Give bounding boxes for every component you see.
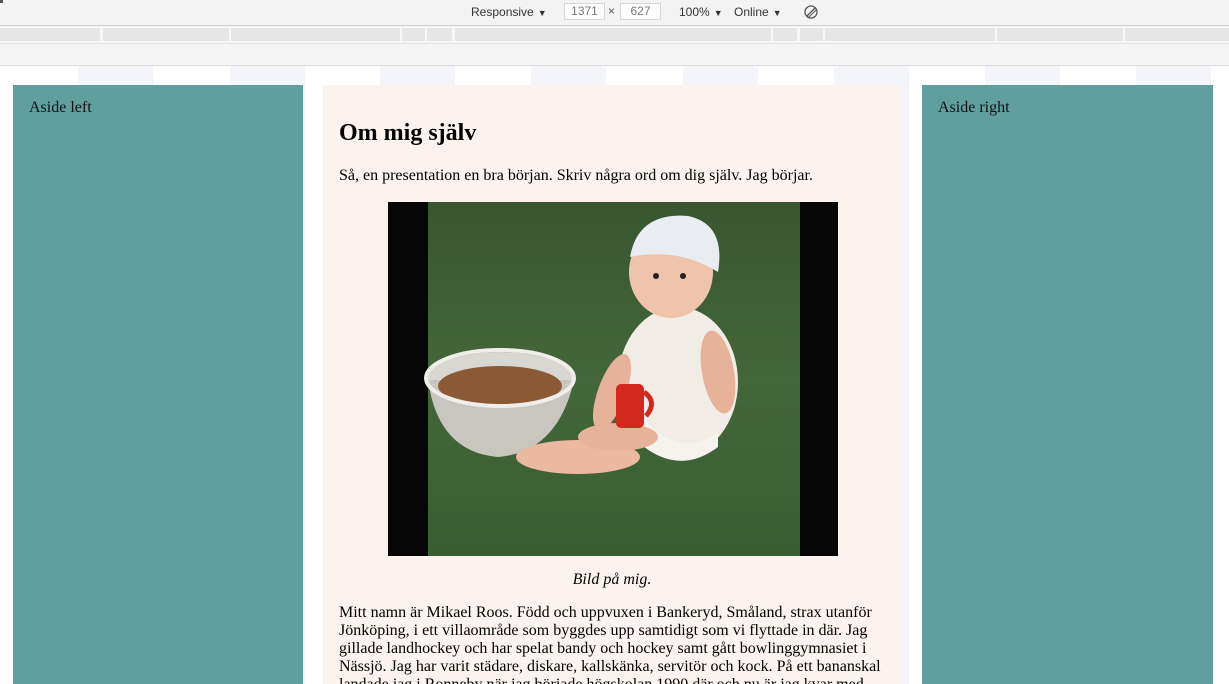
times-separator: × — [608, 4, 616, 18]
corner-marker — [0, 0, 3, 3]
chevron-down-icon: ▼ — [537, 8, 547, 18]
media-query-segment[interactable] — [231, 28, 400, 41]
media-query-segment[interactable] — [103, 28, 229, 41]
rotate-icon[interactable] — [804, 5, 818, 19]
media-query-segment[interactable] — [825, 28, 995, 41]
network-select-label: Online — [734, 5, 769, 19]
device-select[interactable]: Responsive ▼ — [471, 5, 547, 19]
width-input[interactable]: 1371 — [564, 3, 605, 20]
aside-left: Aside left — [13, 85, 303, 684]
about-paragraph: Mitt namn är Mikael Roos. Född och uppvu… — [339, 604, 881, 684]
ruler-strip — [0, 44, 1229, 66]
device-select-label: Responsive — [471, 5, 534, 19]
main-content: Om mig själv Så, en presentation en bra … — [323, 85, 901, 684]
zoom-select[interactable]: 100% ▼ — [679, 5, 723, 19]
media-query-segment[interactable] — [455, 28, 771, 41]
aside-right: Aside right — [922, 85, 1213, 684]
media-query-segment[interactable] — [997, 28, 1123, 41]
media-query-segment[interactable] — [800, 28, 823, 41]
media-query-bar — [0, 26, 1229, 44]
network-throttle-select[interactable]: Online ▼ — [734, 5, 782, 19]
baby-photo-illustration — [388, 202, 838, 556]
intro-paragraph: Så, en presentation en bra början. Skriv… — [339, 167, 813, 184]
aside-right-label: Aside right — [938, 99, 1010, 116]
media-query-segment[interactable] — [1125, 28, 1229, 41]
chevron-down-icon: ▼ — [772, 8, 782, 18]
image-caption: Bild på mig. — [572, 571, 652, 588]
profile-photo — [388, 202, 838, 556]
zoom-select-label: 100% — [679, 5, 710, 19]
media-query-segment[interactable] — [427, 28, 452, 41]
media-query-segment[interactable] — [402, 28, 425, 41]
aside-left-label: Aside left — [29, 99, 92, 116]
page-viewport: Aside left Om mig själv Så, en presentat… — [0, 66, 1229, 684]
page-title: Om mig själv — [339, 120, 477, 146]
media-query-segment[interactable] — [773, 28, 797, 41]
chevron-down-icon: ▼ — [713, 8, 723, 18]
height-input[interactable]: 627 — [620, 3, 661, 20]
media-query-segment[interactable] — [0, 28, 100, 41]
devtools-device-toolbar: Responsive ▼ 1371 × 627 100% ▼ Online ▼ — [0, 0, 1229, 26]
